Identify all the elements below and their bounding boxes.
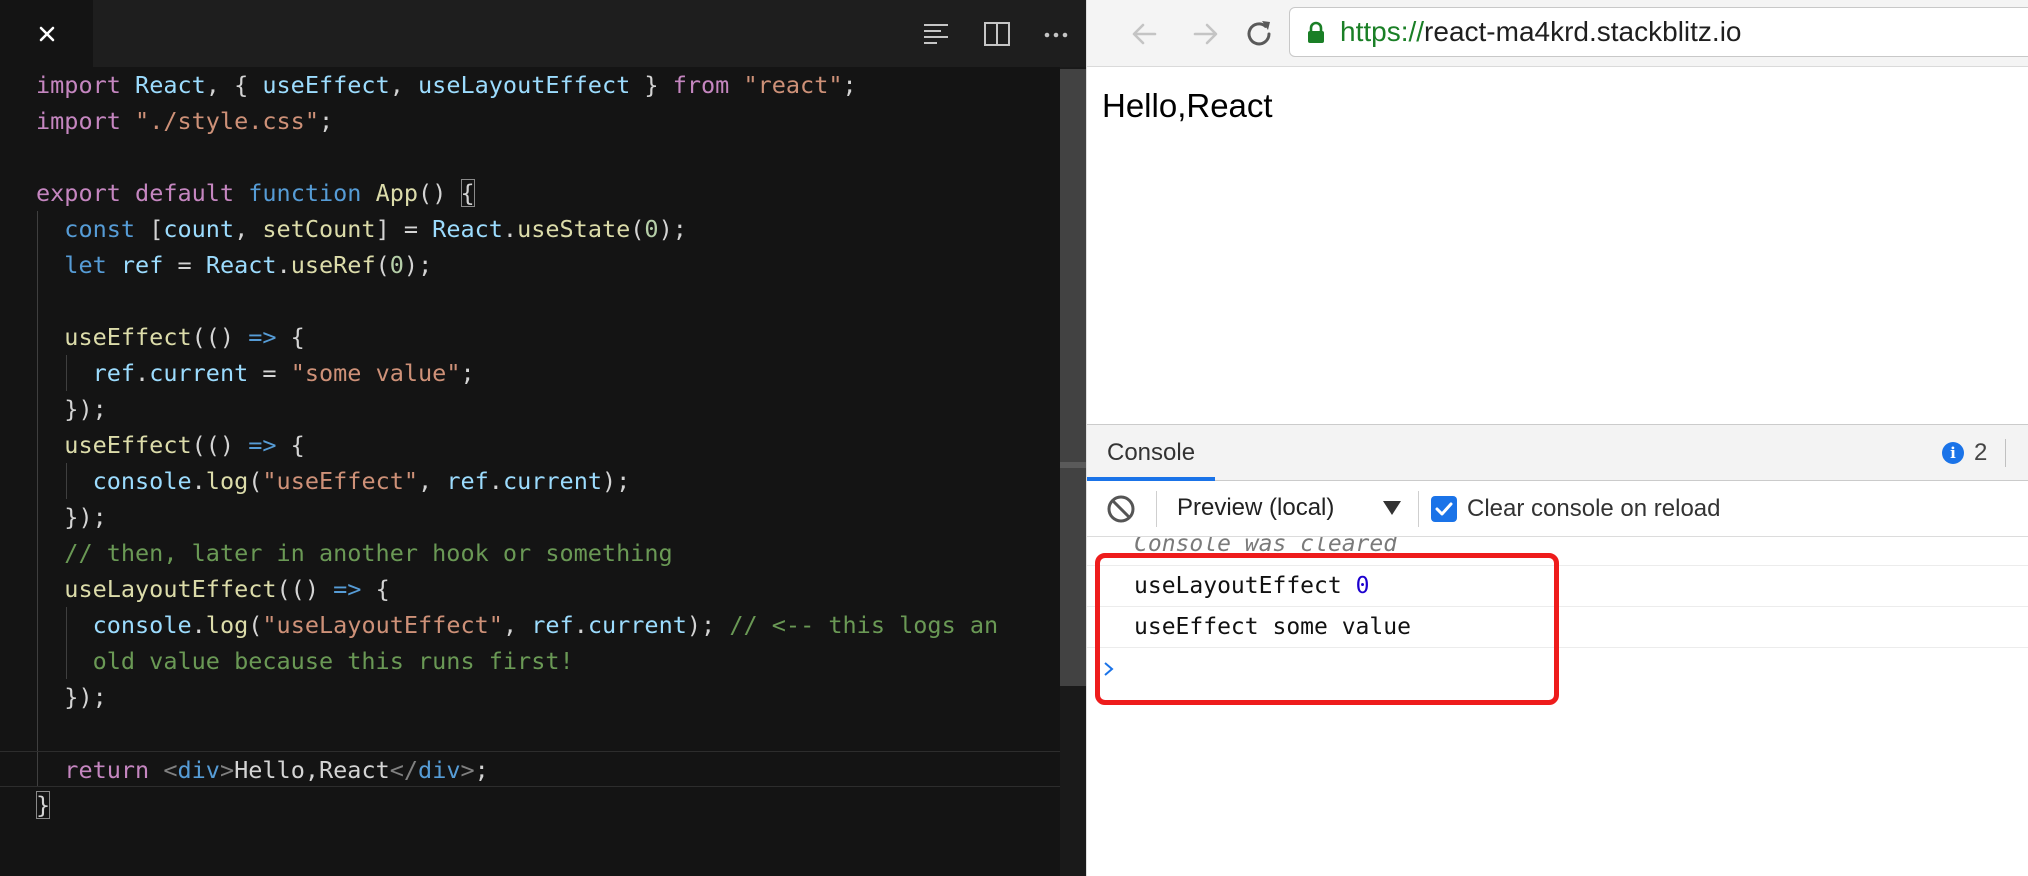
code-line: }); [0,679,1060,715]
code-line: // then, later in another hook or someth… [0,535,1060,571]
info-icon: i [1942,442,1964,464]
url-text: https://react-ma4krd.stackblitz.io [1340,8,1741,56]
console-message-text: Console was cleared [1134,537,1398,557]
back-button[interactable] [1122,12,1166,56]
code-line [0,283,1060,319]
checkmark-icon [1435,502,1453,516]
url-host: react-ma4krd.stackblitz.io [1424,16,1742,47]
scrollbar-cursor-marker [1060,462,1086,468]
code-line: useEffect(() => { [0,427,1060,463]
divider [2005,439,2006,467]
code-line: }); [0,499,1060,535]
divider [1418,491,1419,527]
console-message: Console was cleared [1087,537,2028,566]
console-message: useLayoutEffect 0 [1087,566,2028,607]
split-editor-button[interactable] [975,12,1019,56]
browser-toolbar: https://react-ma4krd.stackblitz.io [1087,0,2028,67]
forward-button[interactable] [1184,12,1228,56]
code-line: useLayoutEffect(() => { [0,571,1060,607]
code-line: } [36,791,51,819]
more-actions-icon [1044,32,1068,38]
code-line: old value because this runs first! [0,643,1060,679]
console-message-value: 0 [1355,573,1370,599]
code-line: useEffect(() => { [0,319,1060,355]
code-line-current: return <div>Hello,React</div>; [0,751,1060,787]
more-actions-button[interactable] [1034,12,1078,56]
chevron-right-icon [1104,662,1114,676]
page-content: Hello,React [1102,87,1273,124]
console-message-text: useEffect some value [1134,614,1411,640]
tab-console[interactable]: Console [1087,425,1216,481]
clear-on-reload-label[interactable]: Clear console on reload [1467,481,1721,537]
editor-scrollbar[interactable] [1060,67,1086,876]
browser-preview: https://react-ma4krd.stackblitz.io Hello… [1086,0,2028,876]
reload-icon [1247,21,1271,46]
close-icon[interactable] [38,25,56,43]
editor-title-bar [0,0,1086,67]
clear-console-icon[interactable] [1105,493,1137,525]
outline-icon [924,24,948,44]
scrollbar-thumb[interactable] [1060,69,1086,686]
code-line: let ref = React.useRef(0); [0,247,1060,283]
clear-on-reload-checkbox[interactable] [1431,496,1457,522]
chevron-down-icon[interactable] [1383,501,1401,515]
outline-button[interactable] [914,12,958,56]
code-line: ref.current = "some value"; [0,355,1060,391]
code-area[interactable]: import React, { useEffect, useLayoutEffe… [0,67,1060,823]
console-message-text: useLayoutEffect [1134,573,1342,599]
code-line: import React, { useEffect, useLayoutEffe… [36,71,857,99]
context-select[interactable]: Preview (local) [1177,481,1334,535]
code-line: }); [0,391,1060,427]
console-messages: Console was cleared useLayoutEffect 0 us… [1087,537,2028,688]
back-arrow-icon [1132,23,1157,45]
reload-button[interactable] [1237,12,1281,56]
code-line [0,715,1060,751]
editor-tab-close[interactable] [0,0,93,67]
info-count: 2 [1974,439,1988,466]
console-filter-bar: Preview (local) Clear console on reload [1087,481,2028,537]
forward-arrow-icon [1193,23,1218,45]
code-line: console.log("useLayoutEffect", ref.curre… [0,607,1060,643]
console-prompt[interactable] [1087,648,2028,688]
split-editor-icon [984,22,1010,46]
divider [1156,491,1157,527]
code-line: export default function App() { [36,179,475,207]
code-editor[interactable]: import React, { useEffect, useLayoutEffe… [0,0,1086,876]
devtools-panel: Console i 2 Preview (local) Clear consol… [1087,424,2028,876]
code-line: const [count, setCount] = React.useState… [0,211,1060,247]
info-count-badge[interactable]: i 2 [1942,439,1987,467]
console-message: useEffect some value [1087,607,2028,648]
devtools-tab-bar: Console i 2 [1087,425,2028,481]
code-line: console.log("useEffect", ref.current); [0,463,1060,499]
address-bar[interactable]: https://react-ma4krd.stackblitz.io [1289,7,2028,57]
url-scheme: https:// [1340,16,1425,47]
code-line: import "./style.css"; [36,107,334,135]
lock-icon [1308,21,1324,43]
